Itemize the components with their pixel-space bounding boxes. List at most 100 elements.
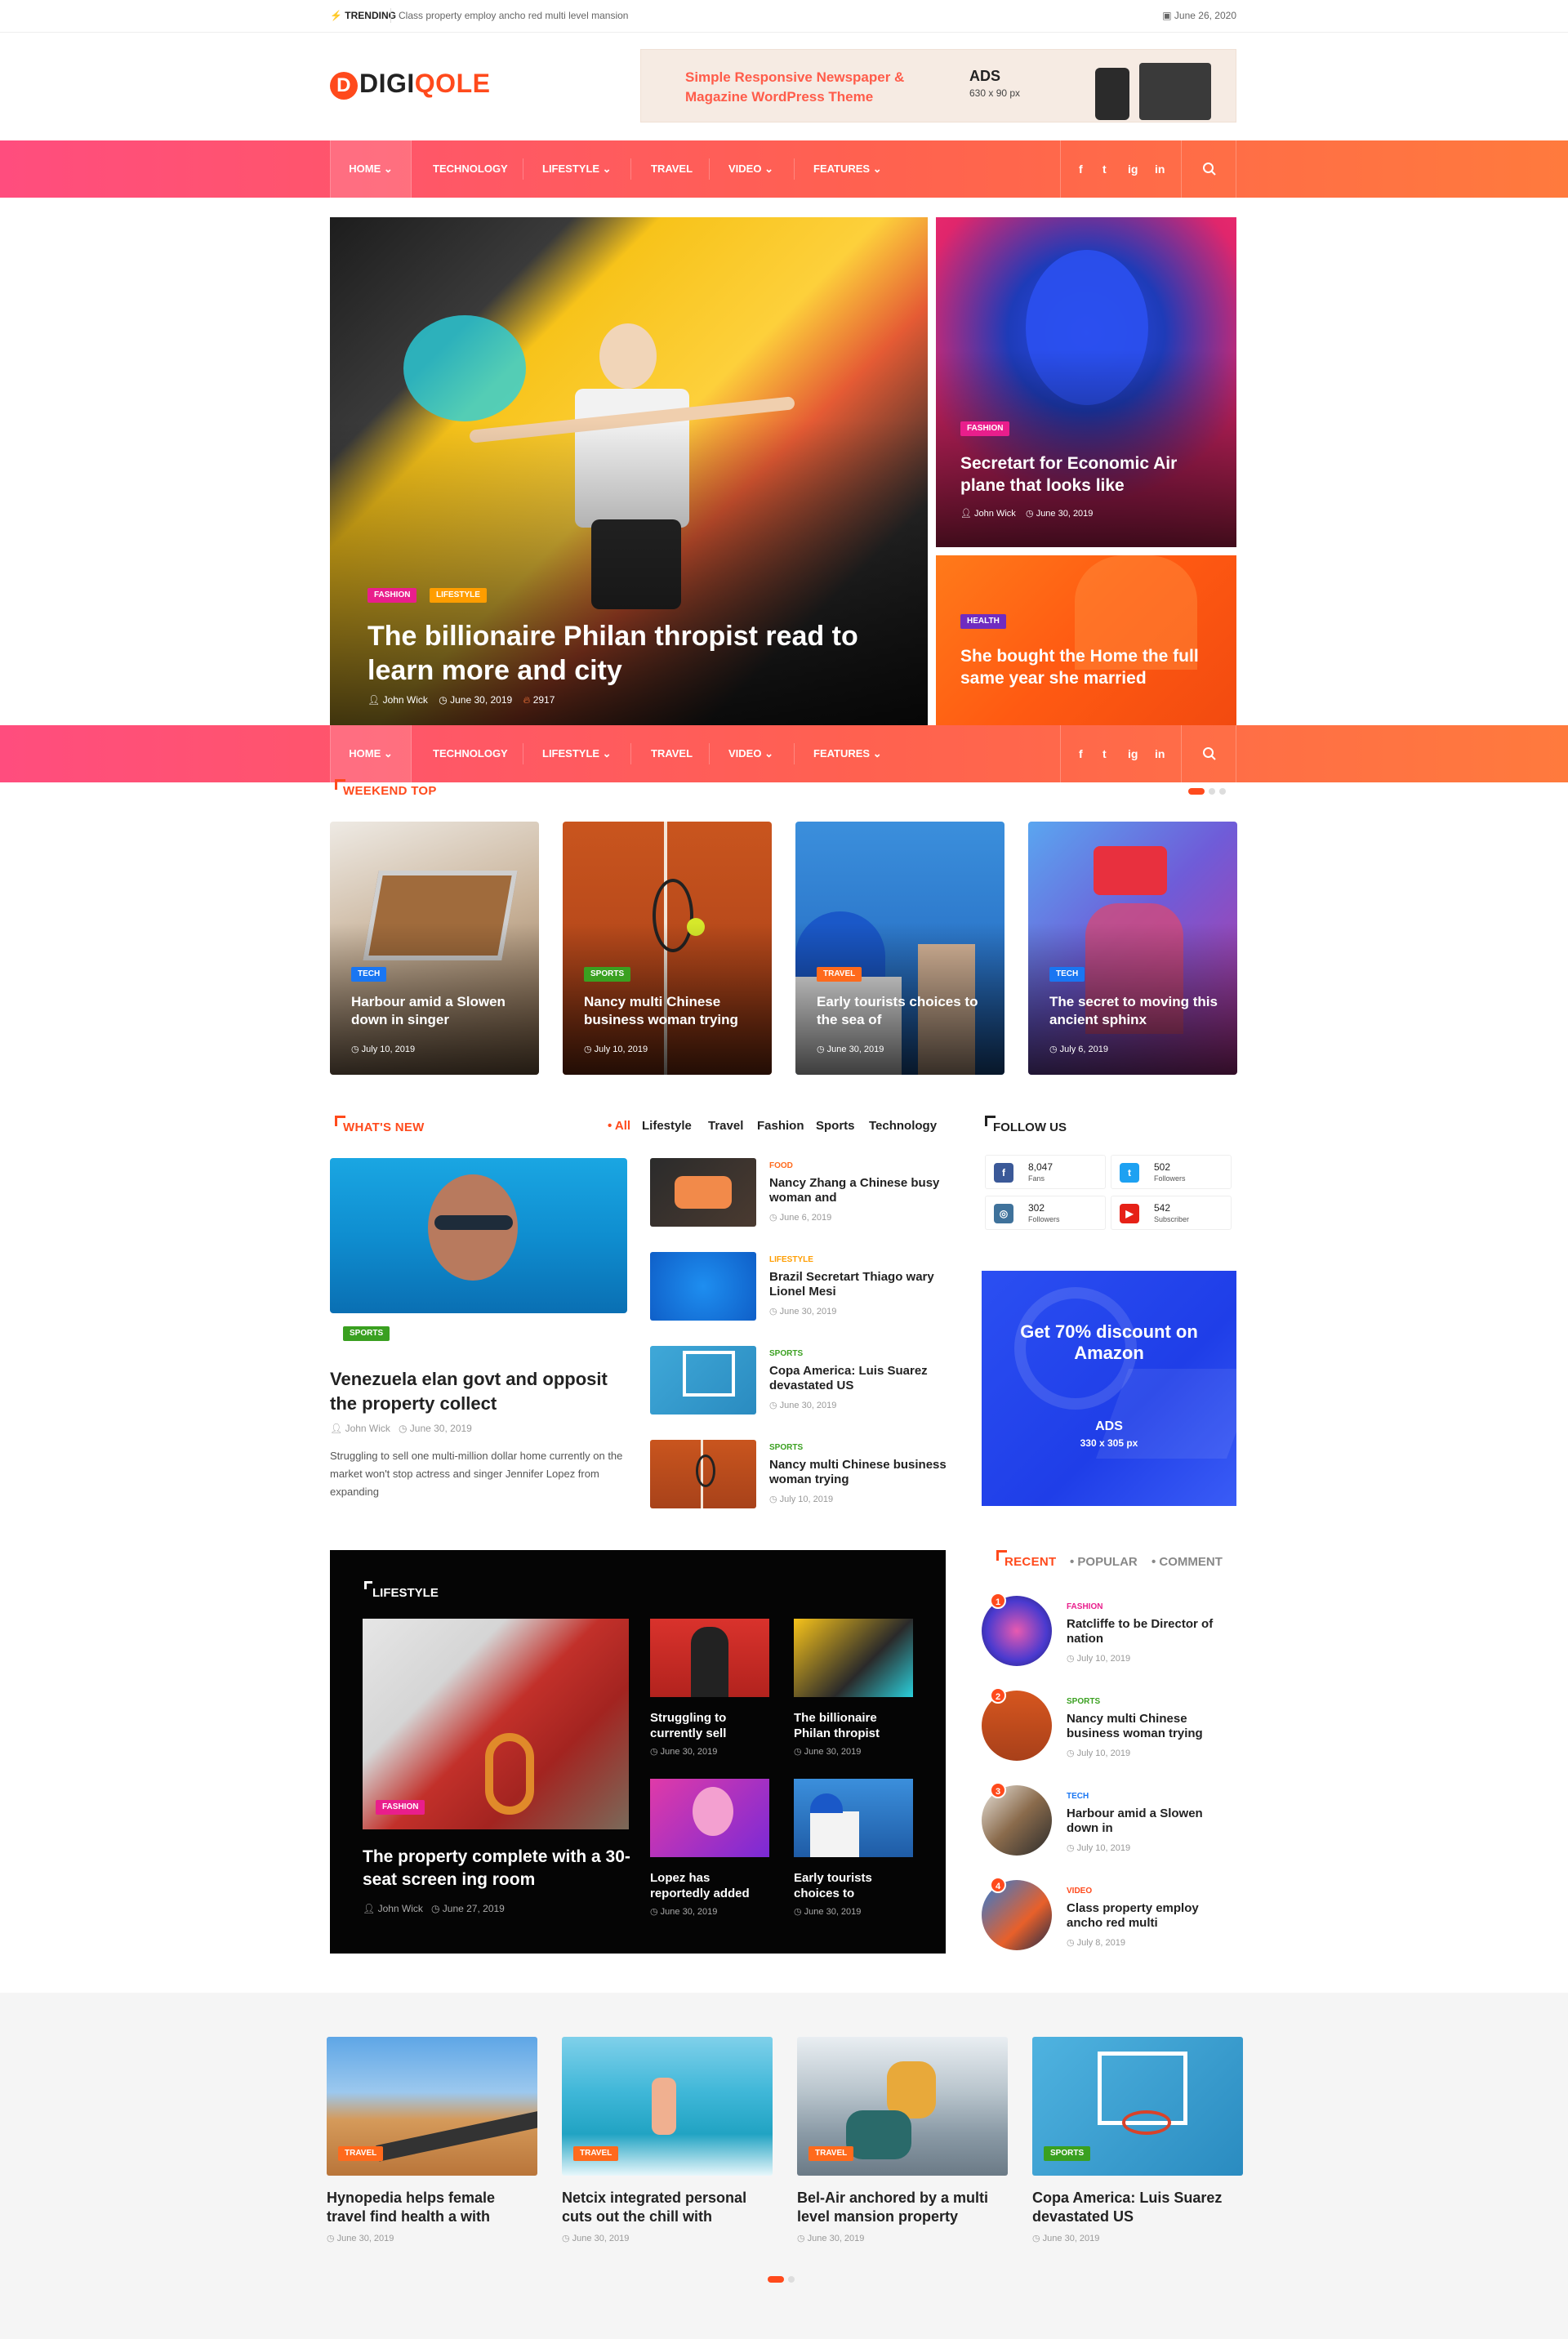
category-badge[interactable]: LIFESTYLE: [430, 588, 487, 603]
nav-travel[interactable]: TRAVEL: [651, 140, 693, 198]
follow-instagram[interactable]: ◎ 302 Followers: [985, 1196, 1106, 1230]
follow-twitter[interactable]: t 502 Followers: [1111, 1155, 1232, 1189]
post-title[interactable]: Copa America: Luis Suarez devastated US: [1032, 2189, 1243, 2226]
category-badge[interactable]: TECH: [351, 967, 387, 982]
search-button[interactable]: [1181, 140, 1236, 198]
nav-home[interactable]: HOME ⌄: [330, 140, 412, 198]
filter-fashion[interactable]: Fashion: [757, 1119, 804, 1133]
weekend-card[interactable]: SPORTS Nancy multi Chinese business woma…: [563, 822, 772, 1075]
category-badge[interactable]: FASHION: [376, 1800, 425, 1815]
tab-recent[interactable]: RECENT: [996, 1550, 1056, 1569]
post-thumbnail[interactable]: [650, 1440, 756, 1508]
category-badge[interactable]: TRAVEL: [338, 2146, 384, 2161]
post-title[interactable]: Nancy multi Chinese business woman tryin…: [1067, 1712, 1238, 1741]
post-thumbnail[interactable]: [650, 1252, 756, 1321]
nav-home[interactable]: HOME ⌄: [330, 725, 412, 782]
trending-link[interactable]: Class property employ ancho red multi le…: [399, 10, 628, 21]
nav-lifestyle[interactable]: LIFESTYLE ⌄: [542, 725, 612, 782]
linkedin-icon[interactable]: in: [1155, 725, 1165, 782]
post-title[interactable]: Hynopedia helps female travel find healt…: [327, 2189, 537, 2226]
twitter-icon[interactable]: t: [1102, 725, 1107, 782]
post-title[interactable]: The property complete with a 30-seat scr…: [363, 1846, 632, 1891]
facebook-icon[interactable]: f: [1079, 140, 1083, 198]
nav-video[interactable]: VIDEO ⌄: [728, 725, 773, 782]
post-thumbnail[interactable]: [794, 1779, 913, 1857]
hero-main-card[interactable]: FASHION LIFESTYLE The billionaire Philan…: [330, 217, 928, 725]
author[interactable]: John Wick: [974, 509, 1016, 519]
nav-lifestyle[interactable]: LIFESTYLE ⌄: [542, 140, 612, 198]
filter-lifestyle[interactable]: Lifestyle: [642, 1119, 692, 1133]
tab-comment[interactable]: • COMMENT: [1152, 1555, 1223, 1569]
post-thumbnail[interactable]: [650, 1779, 769, 1857]
post-title[interactable]: Netcix integrated personal cuts out the …: [562, 2189, 773, 2226]
header-ad-banner[interactable]: Simple Responsive Newspaper & Magazine W…: [640, 49, 1236, 123]
post-category[interactable]: SPORTS: [769, 1349, 803, 1358]
post-category[interactable]: VIDEO: [1067, 1887, 1092, 1896]
post-title[interactable]: Nancy Zhang a Chinese busy woman and: [769, 1176, 949, 1205]
post-title[interactable]: Struggling to currently sell: [650, 1710, 769, 1741]
category-badge[interactable]: TRAVEL: [817, 967, 862, 982]
facebook-icon[interactable]: f: [1079, 725, 1083, 782]
category-badge[interactable]: FASHION: [368, 588, 417, 603]
lifestyle-main-image[interactable]: [363, 1619, 629, 1829]
instagram-icon[interactable]: ig: [1128, 725, 1138, 782]
post-thumbnail[interactable]: [794, 1619, 913, 1697]
carousel-dots[interactable]: [764, 2272, 795, 2287]
post-category[interactable]: FOOD: [769, 1161, 793, 1170]
carousel-dots[interactable]: [1184, 784, 1226, 799]
post-title[interactable]: Class property employ ancho red multi: [1067, 1901, 1238, 1931]
tab-popular[interactable]: • POPULAR: [1070, 1555, 1138, 1569]
hero-side-card[interactable]: FASHION Secretart for Economic Air plane…: [936, 217, 1236, 547]
card-title[interactable]: The secret to moving this ancient sphinx: [1049, 993, 1221, 1029]
twitter-icon[interactable]: t: [1102, 140, 1107, 198]
filter-technology[interactable]: Technology: [869, 1119, 937, 1133]
hero-side-card[interactable]: HEALTH She bought the Home the full same…: [936, 555, 1236, 725]
carousel-dot[interactable]: [1219, 788, 1226, 795]
hero-title[interactable]: The billionaire Philan thropist read to …: [368, 619, 890, 688]
filter-sports[interactable]: Sports: [816, 1119, 855, 1133]
filter-all[interactable]: • All: [608, 1119, 630, 1133]
filter-travel[interactable]: Travel: [708, 1119, 743, 1133]
site-logo[interactable]: D DIGIQOLE: [330, 69, 490, 100]
author[interactable]: John Wick: [378, 1903, 423, 1914]
carousel-dot[interactable]: [1209, 788, 1215, 795]
post-title[interactable]: Early tourists choices to: [794, 1870, 913, 1901]
category-badge[interactable]: TRAVEL: [808, 2146, 854, 2161]
post-title[interactable]: Copa America: Luis Suarez devastated US: [769, 1364, 949, 1393]
category-badge[interactable]: SPORTS: [343, 1326, 390, 1341]
post-thumbnail[interactable]: [650, 1158, 756, 1227]
follow-facebook[interactable]: f 8,047 Fans: [985, 1155, 1106, 1189]
category-badge[interactable]: SPORTS: [584, 967, 631, 982]
category-badge[interactable]: HEALTH: [960, 614, 1006, 629]
weekend-card[interactable]: TECH Harbour amid a Slowen down in singe…: [330, 822, 539, 1075]
author[interactable]: John Wick: [345, 1423, 390, 1434]
carousel-dot[interactable]: [1188, 788, 1205, 795]
hero-side-title[interactable]: Secretart for Economic Air plane that lo…: [960, 452, 1214, 497]
nav-technology[interactable]: TECHNOLOGY: [433, 140, 508, 198]
post-category[interactable]: FASHION: [1067, 1602, 1102, 1611]
post-title[interactable]: Ratcliffe to be Director of nation: [1067, 1617, 1238, 1646]
search-button[interactable]: [1181, 725, 1236, 782]
whatsnew-main-image[interactable]: [330, 1158, 627, 1313]
post-category[interactable]: SPORTS: [769, 1443, 803, 1452]
category-badge[interactable]: TRAVEL: [573, 2146, 619, 2161]
nav-features[interactable]: FEATURES ⌄: [813, 140, 882, 198]
nav-features[interactable]: FEATURES ⌄: [813, 725, 882, 782]
post-title[interactable]: Brazil Secretart Thiago wary Lionel Mesi: [769, 1270, 949, 1299]
post-category[interactable]: TECH: [1067, 1792, 1089, 1801]
post-title[interactable]: Nancy multi Chinese business woman tryin…: [769, 1458, 949, 1487]
carousel-dot[interactable]: [768, 2276, 784, 2283]
instagram-icon[interactable]: ig: [1128, 140, 1138, 198]
weekend-card[interactable]: TRAVEL Early tourists choices to the sea…: [795, 822, 1004, 1075]
hero-side-title[interactable]: She bought the Home the full same year s…: [960, 645, 1222, 689]
follow-youtube[interactable]: ▶ 542 Subscriber: [1111, 1196, 1232, 1230]
card-title[interactable]: Harbour amid a Slowen down in singer: [351, 993, 523, 1029]
carousel-dot[interactable]: [788, 2276, 795, 2283]
post-thumbnail[interactable]: [650, 1346, 756, 1415]
card-title[interactable]: Early tourists choices to the sea of: [817, 993, 996, 1029]
post-title[interactable]: The billionaire Philan thropist: [794, 1710, 913, 1741]
post-category[interactable]: SPORTS: [1067, 1697, 1100, 1706]
weekend-card[interactable]: TECH The secret to moving this ancient s…: [1028, 822, 1237, 1075]
post-title[interactable]: Lopez has reportedly added: [650, 1870, 769, 1901]
post-title[interactable]: Harbour amid a Slowen down in: [1067, 1807, 1238, 1836]
